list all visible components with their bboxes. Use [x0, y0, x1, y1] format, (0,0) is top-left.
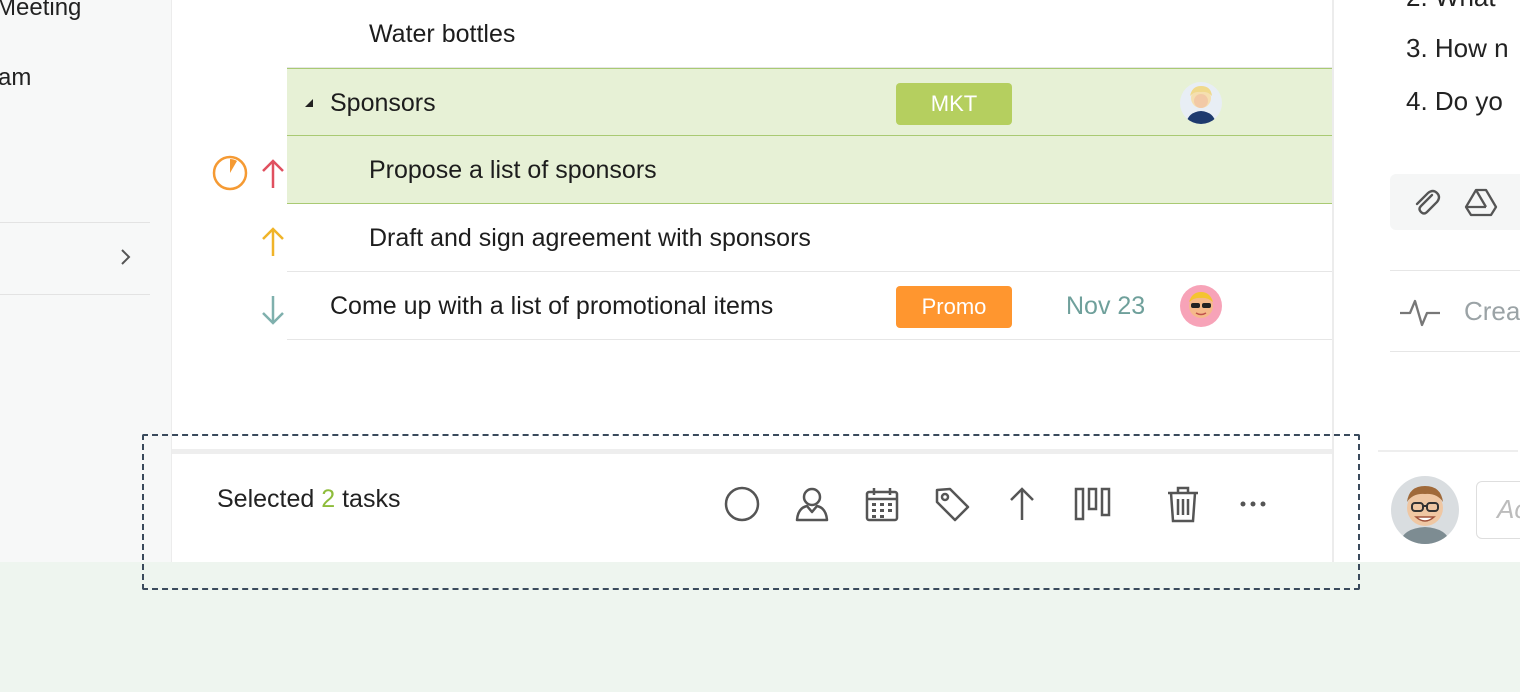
comment-placeholder: Ac [1497, 494, 1520, 524]
selection-highlight-box [142, 434, 1360, 590]
user-avatar [1391, 476, 1459, 544]
progress-timer-icon[interactable] [212, 155, 248, 191]
panel-divider [1378, 450, 1518, 452]
checklist-question: 3. How n [1406, 33, 1509, 63]
priority-low-icon[interactable] [258, 293, 288, 327]
task-title[interactable]: Draft and sign agreement with sponsors [369, 204, 811, 272]
priority-medium-icon[interactable] [258, 225, 288, 259]
sidebar-item-meeting[interactable]: Meeting [0, 0, 81, 22]
google-drive-icon[interactable] [1464, 186, 1498, 218]
task-title[interactable]: Water bottles [369, 0, 515, 68]
activity-icon [1400, 299, 1440, 327]
checklist-question: 2. What [1406, 0, 1496, 13]
chevron-right-icon[interactable] [116, 247, 136, 267]
assignee-avatar[interactable] [1180, 285, 1222, 327]
task-row-selected[interactable]: Propose a list of sponsors [287, 136, 1332, 204]
paperclip-icon[interactable] [1410, 186, 1442, 218]
collapse-caret-icon[interactable] [303, 97, 315, 109]
tag-badge[interactable]: MKT [896, 83, 1012, 125]
panel-divider [1390, 351, 1520, 352]
task-row-selected[interactable]: Sponsors MKT [287, 68, 1332, 136]
activity-placeholder[interactable]: Crea [1464, 296, 1520, 327]
assignee-avatar[interactable] [1180, 82, 1222, 124]
checklist-question: 4. Do yo [1406, 86, 1503, 116]
comment-input[interactable]: Ac [1476, 481, 1520, 539]
sidebar-item-team[interactable]: am [0, 64, 31, 92]
task-title[interactable]: Propose a list of sponsors [369, 136, 657, 204]
tag-badge[interactable]: Promo [896, 286, 1012, 328]
task-title[interactable]: Sponsors [330, 69, 436, 137]
task-detail-panel: 2. What 3. How n 4. Do yo Crea [1334, 0, 1520, 562]
task-row[interactable]: Draft and sign agreement with sponsors [287, 204, 1332, 272]
task-row[interactable]: Come up with a list of promotional items… [287, 272, 1332, 340]
sidebar-divider [0, 222, 150, 223]
attachments-toolbar [1390, 174, 1520, 230]
task-row[interactable]: Water bottles [287, 0, 1332, 68]
panel-divider [1390, 270, 1520, 271]
due-date[interactable]: Nov 23 [1066, 272, 1145, 340]
task-title[interactable]: Come up with a list of promotional items [330, 272, 773, 340]
sidebar-divider [0, 294, 150, 295]
priority-high-icon[interactable] [258, 157, 288, 191]
